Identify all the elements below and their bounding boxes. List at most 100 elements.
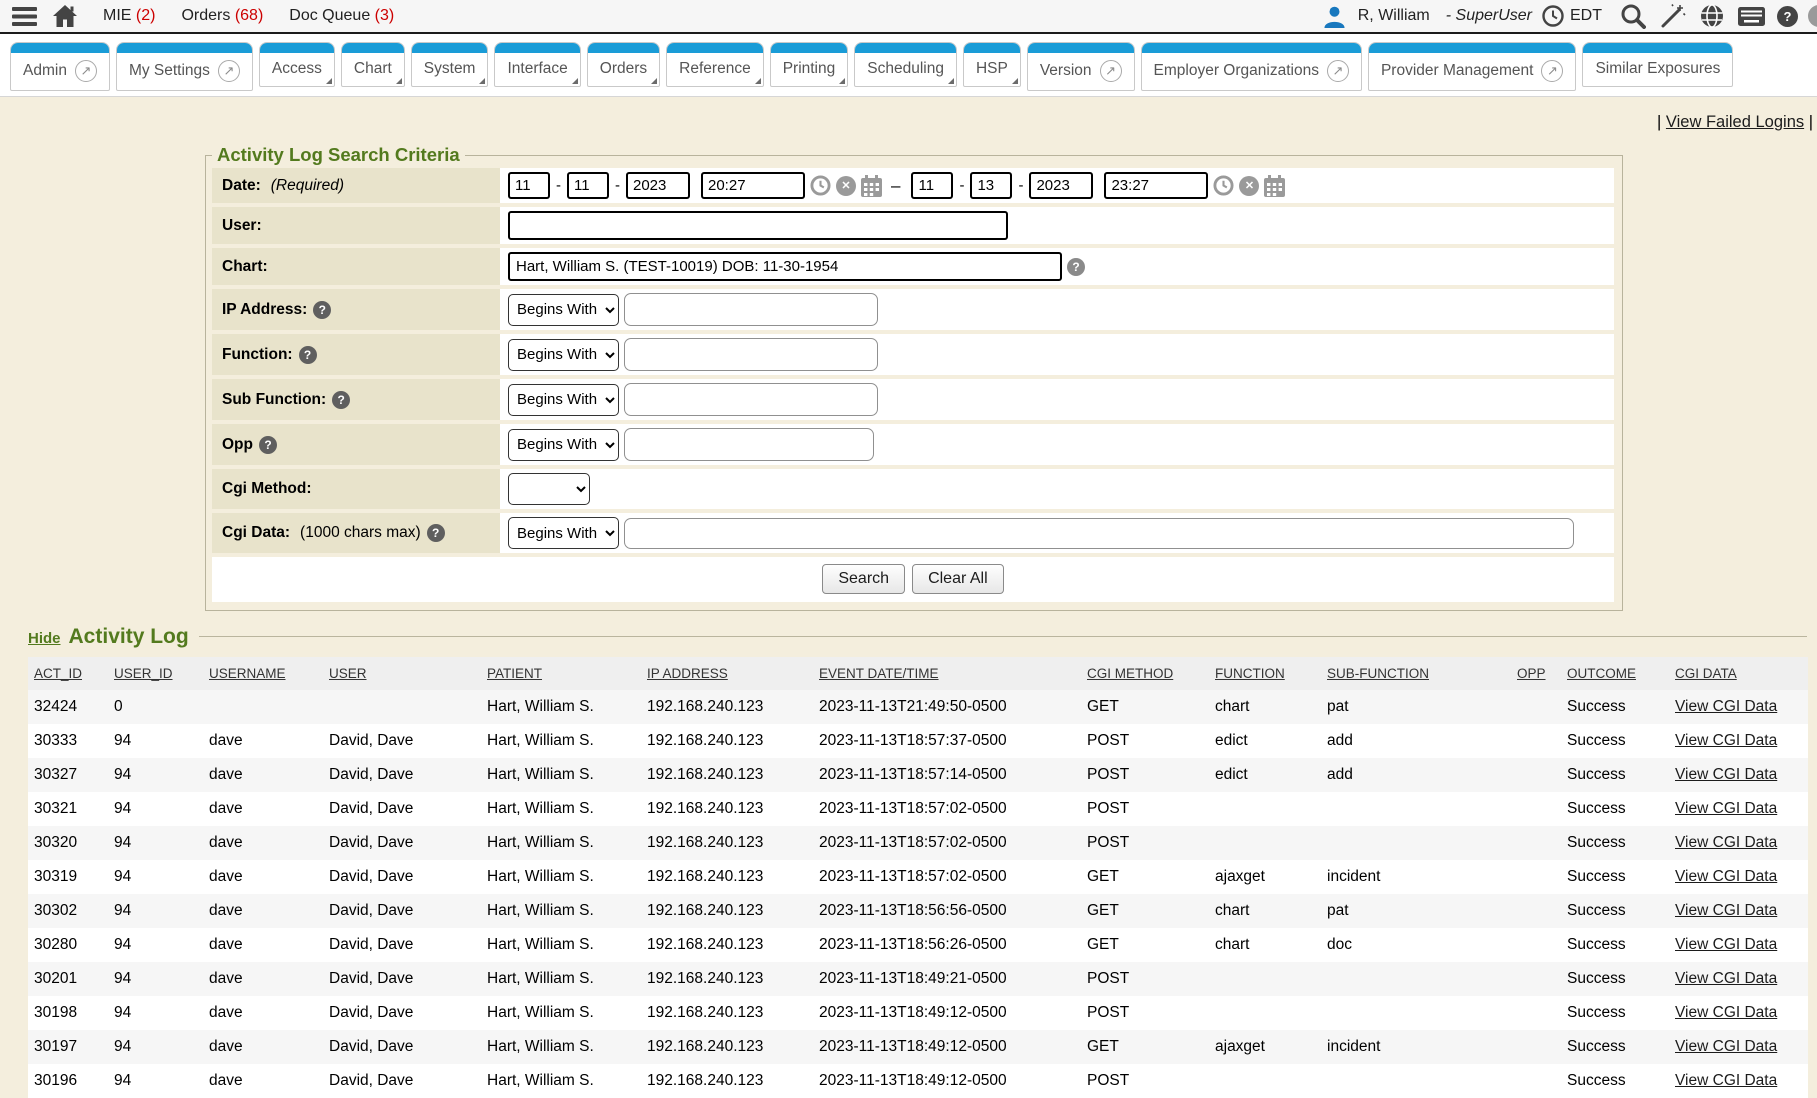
module-tab[interactable]: System [411, 42, 489, 87]
module-tab[interactable]: Orders [587, 42, 660, 87]
start-year-input[interactable] [626, 172, 690, 199]
opp-input[interactable] [624, 428, 874, 461]
ip-match-select[interactable]: Begins With [508, 294, 619, 326]
module-tab[interactable]: HSP [963, 42, 1021, 87]
top-nav-item[interactable]: Doc Queue (3) [289, 7, 394, 25]
hamburger-menu-icon[interactable] [12, 7, 37, 26]
cgi-method-select[interactable] [508, 473, 590, 505]
module-tab[interactable]: Reference [666, 42, 764, 87]
function-input[interactable] [624, 338, 878, 371]
start-date-clear-icon[interactable]: ✕ [836, 176, 856, 196]
module-tab[interactable]: Printing [770, 42, 849, 87]
module-tab[interactable]: Admin ↗ [10, 42, 110, 91]
module-tab[interactable]: Employer Organizations ↗ [1141, 42, 1362, 91]
view-failed-logins-link[interactable]: View Failed Logins [1666, 113, 1804, 131]
module-tab[interactable]: Access [259, 42, 335, 87]
opp-match-select[interactable]: Begins With [508, 429, 619, 461]
view-cgi-data-link[interactable]: View CGI Data [1675, 970, 1777, 987]
clear-all-button[interactable]: Clear All [912, 564, 1004, 594]
view-cgi-data-link[interactable]: View CGI Data [1675, 800, 1777, 817]
cell-patient: Hart, William S. [481, 962, 641, 996]
end-time-input[interactable] [1104, 172, 1208, 199]
column-header[interactable]: OPP [1511, 657, 1561, 690]
start-month-input[interactable] [508, 172, 550, 199]
user-input[interactable] [508, 211, 1008, 240]
cell-username: dave [203, 860, 323, 894]
cell-user: David, Dave [323, 1030, 481, 1064]
sub-function-match-select[interactable]: Begins With [508, 384, 619, 416]
home-icon[interactable] [53, 5, 77, 27]
tab-accent-strip [667, 43, 763, 53]
column-header[interactable]: USER [323, 657, 481, 690]
module-tab[interactable]: Chart [341, 42, 405, 87]
end-time-clock-icon[interactable] [1213, 175, 1234, 196]
cgi-data-input[interactable] [624, 518, 1574, 549]
end-date-calendar-icon[interactable] [1264, 175, 1285, 197]
start-time-clock-icon[interactable] [810, 175, 831, 196]
view-cgi-data-link[interactable]: View CGI Data [1675, 902, 1777, 919]
column-header[interactable]: PATIENT [481, 657, 641, 690]
view-cgi-data-link[interactable]: View CGI Data [1675, 868, 1777, 885]
column-header[interactable]: SUB-FUNCTION [1321, 657, 1511, 690]
view-cgi-data-link[interactable]: View CGI Data [1675, 1038, 1777, 1055]
start-day-input[interactable] [567, 172, 609, 199]
view-cgi-data-link[interactable]: View CGI Data [1675, 1004, 1777, 1021]
chart-input[interactable] [508, 252, 1062, 281]
column-header[interactable]: OUTCOME [1561, 657, 1669, 690]
module-tab[interactable]: Provider Management ↗ [1368, 42, 1577, 91]
function-match-select[interactable]: Begins With [508, 339, 619, 371]
wand-icon[interactable] [1660, 3, 1686, 29]
view-cgi-data-link[interactable]: View CGI Data [1675, 732, 1777, 749]
view-cgi-data-link[interactable]: View CGI Data [1675, 834, 1777, 851]
top-nav-item[interactable]: Orders (68) [181, 7, 263, 25]
module-tab[interactable]: Version ↗ [1027, 42, 1135, 91]
view-cgi-data-link[interactable]: View CGI Data [1675, 936, 1777, 953]
clock-icon[interactable] [1542, 5, 1564, 27]
module-tab[interactable]: Interface [494, 42, 580, 87]
dropdown-corner-icon [396, 78, 402, 84]
column-header[interactable]: CGI METHOD [1081, 657, 1209, 690]
module-tab[interactable]: Scheduling [854, 42, 957, 87]
end-day-input[interactable] [970, 172, 1012, 199]
truncated-icon[interactable] [1808, 5, 1817, 27]
chart-help-icon[interactable]: ? [1067, 258, 1085, 276]
start-date-calendar-icon[interactable] [861, 175, 882, 197]
table-header-row: ACT_IDUSER_IDUSERNAMEUSERPATIENTIP ADDRE… [28, 657, 1808, 690]
column-header[interactable]: USER_ID [108, 657, 203, 690]
end-year-input[interactable] [1029, 172, 1093, 199]
start-time-input[interactable] [701, 172, 805, 199]
nav-count-badge: (68) [235, 7, 263, 24]
column-header[interactable]: EVENT DATE/TIME [813, 657, 1081, 690]
view-cgi-data-link[interactable]: View CGI Data [1675, 698, 1777, 715]
module-tab[interactable]: My Settings ↗ [116, 42, 253, 91]
cgi-data-match-select[interactable]: Begins With [508, 517, 619, 549]
hide-log-link[interactable]: Hide [28, 630, 61, 647]
ip-help-icon[interactable]: ? [313, 301, 331, 319]
sub-function-help-icon[interactable]: ? [332, 391, 350, 409]
end-month-input[interactable] [911, 172, 953, 199]
end-date-clear-icon[interactable]: ✕ [1239, 176, 1259, 196]
cgi-data-help-icon[interactable]: ? [427, 524, 445, 542]
help-icon[interactable]: ? [1777, 6, 1798, 27]
search-icon[interactable] [1620, 3, 1646, 29]
function-help-icon[interactable]: ? [299, 346, 317, 364]
column-header[interactable]: USERNAME [203, 657, 323, 690]
column-header[interactable]: ACT_ID [28, 657, 108, 690]
view-cgi-data-link[interactable]: View CGI Data [1675, 1072, 1777, 1089]
keyboard-icon[interactable] [1738, 7, 1765, 26]
top-nav-item[interactable]: MIE (2) [103, 7, 155, 25]
globe-icon[interactable] [1700, 4, 1724, 28]
module-tab[interactable]: Similar Exposures [1582, 42, 1733, 87]
cell-ip-address: 192.168.240.123 [641, 724, 813, 758]
view-cgi-data-link[interactable]: View CGI Data [1675, 766, 1777, 783]
column-header[interactable]: CGI DATA [1669, 657, 1808, 690]
sub-function-input[interactable] [624, 383, 878, 416]
column-header[interactable]: IP ADDRESS [641, 657, 813, 690]
ip-address-input[interactable] [624, 293, 878, 326]
column-header[interactable]: FUNCTION [1209, 657, 1321, 690]
opp-help-icon[interactable]: ? [259, 436, 277, 454]
search-button[interactable]: Search [822, 564, 905, 594]
cell-patient: Hart, William S. [481, 928, 641, 962]
cell-event-datetime: 2023-11-13T18:56:56-0500 [813, 894, 1081, 928]
user-avatar-icon[interactable] [1323, 5, 1346, 28]
